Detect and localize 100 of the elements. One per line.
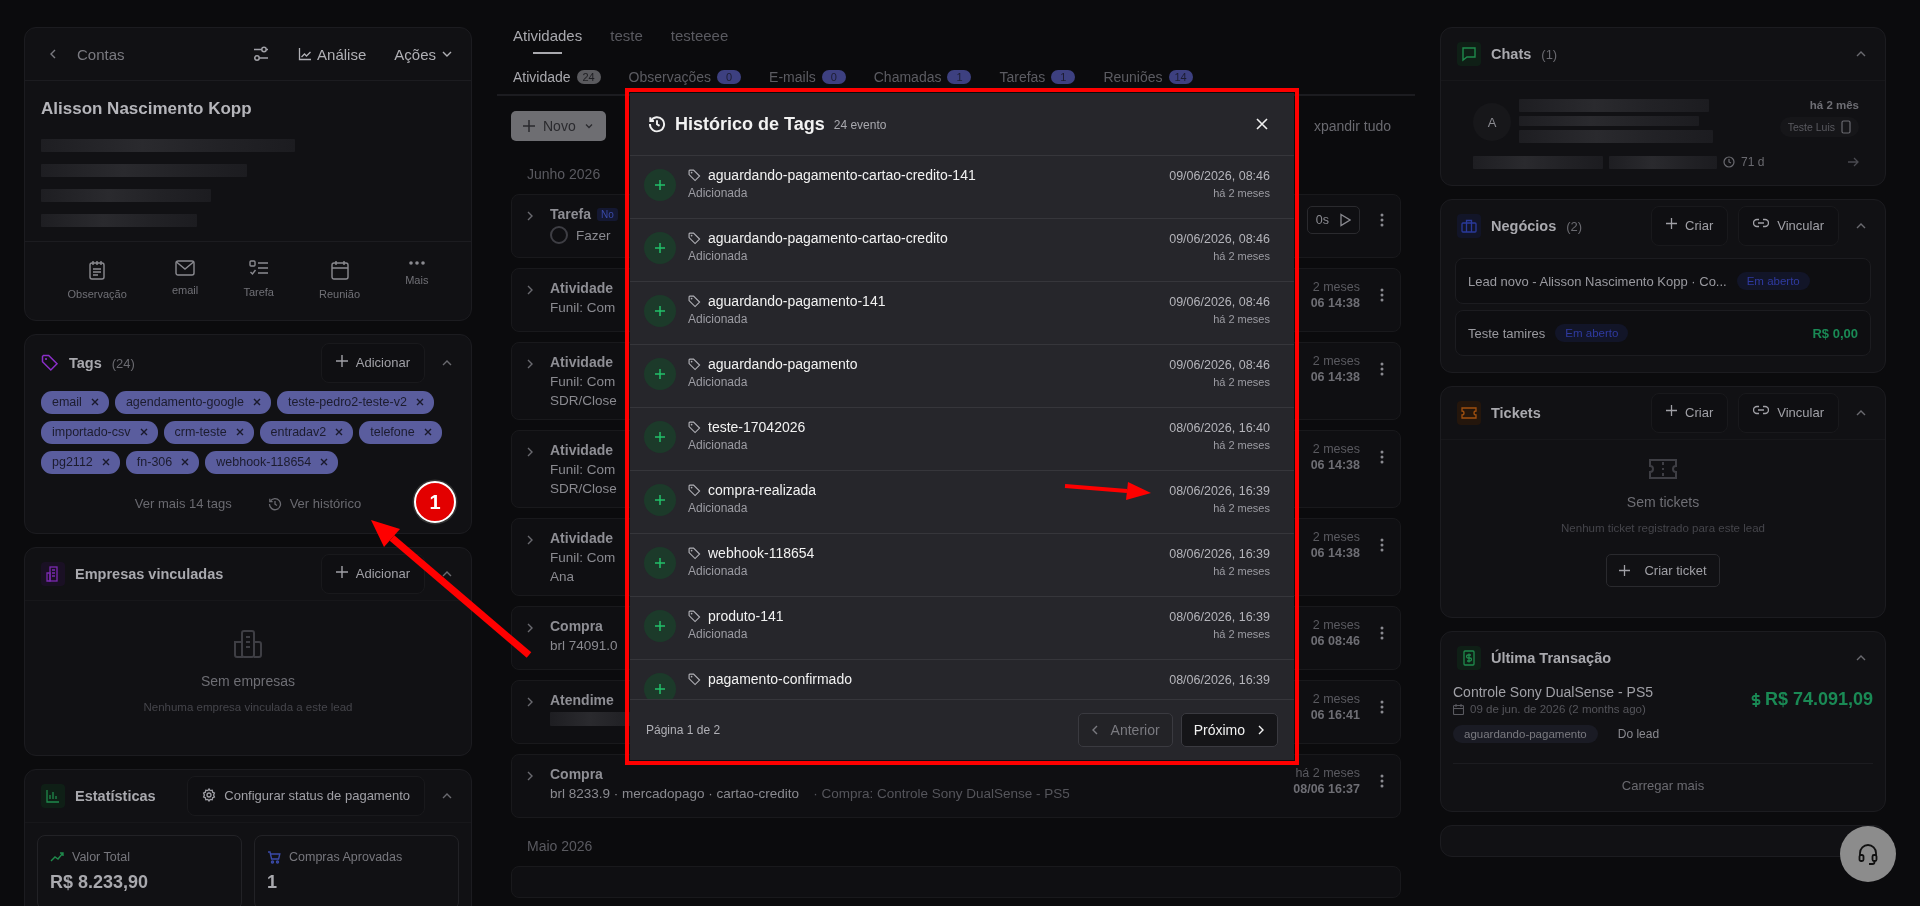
line-chart-icon [298, 47, 313, 61]
create-ticket-button[interactable]: Criar ticket [1606, 554, 1720, 587]
timestamp: 06 14:38 [1310, 370, 1360, 384]
event-status: Adicionada [688, 438, 749, 452]
event-date: 08/06/2026, 16:39 [1169, 610, 1270, 624]
remove-icon[interactable] [181, 458, 190, 466]
kebab-menu-icon[interactable] [1380, 450, 1384, 464]
event-status: Adicionada [688, 564, 749, 578]
play-button[interactable]: 0s [1306, 206, 1360, 234]
tag-icon [688, 357, 701, 371]
agent-chip: Teste Luis [1779, 117, 1859, 137]
tag-chip[interactable]: teste-pedro2-teste-v2 [277, 391, 434, 414]
timestamp: 06 14:38 [1310, 296, 1360, 310]
plus-icon [335, 566, 348, 578]
more-tags-link[interactable]: Ver mais 14 tags [134, 496, 232, 511]
tag-chip[interactable]: entradav2 [259, 421, 354, 444]
filter-tab[interactable]: Observações 0 [628, 69, 742, 85]
filter-tab[interactable]: Reuniões 14 [1103, 69, 1193, 85]
remove-icon[interactable] [320, 458, 329, 466]
activity-title: Atividade [550, 530, 613, 546]
close-icon[interactable] [1256, 118, 1268, 130]
tag-chip[interactable]: email [41, 391, 109, 414]
chevron-right-icon [526, 210, 534, 222]
play-icon [1339, 213, 1351, 227]
filter-tab[interactable]: E-mails 0 [769, 69, 846, 85]
activity-title: Tarefa [550, 206, 591, 222]
time-ago: há 2 meses [1213, 439, 1270, 451]
support-button[interactable] [1840, 826, 1896, 882]
next-button[interactable]: Próximo [1180, 713, 1278, 747]
month-label: Junho 2026 [527, 166, 601, 182]
chevron-right-icon [526, 446, 534, 458]
remove-icon[interactable] [415, 398, 424, 406]
tag-name: webhook-118654 [708, 545, 815, 561]
kebab-menu-icon[interactable] [1380, 213, 1384, 227]
analysis-button[interactable]: Análise [298, 45, 367, 63]
tab[interactable]: testeeee [670, 27, 729, 54]
link-icon [1753, 405, 1770, 415]
tag-icon [41, 354, 59, 372]
activity-title: Atendime [550, 692, 614, 708]
more-icon [407, 260, 426, 266]
quick-action-button[interactable]: Observação [67, 260, 127, 300]
filter-tab[interactable]: Atividade 24 [513, 69, 601, 85]
deal-card[interactable]: Lead novo - Alisson Nascimento Kopp · Co... Em aberto [1455, 258, 1871, 304]
arrow-right-icon[interactable] [1847, 157, 1859, 167]
tag-chip[interactable]: importado-csv [41, 421, 158, 444]
kebab-menu-icon[interactable] [1380, 700, 1384, 714]
remove-icon[interactable] [90, 398, 99, 406]
filter-tab[interactable]: Chamadas 1 [873, 69, 972, 85]
kebab-menu-icon[interactable] [1380, 538, 1384, 552]
quick-action-button[interactable]: Reunião [319, 260, 361, 300]
tag-chip[interactable]: crm-teste [163, 421, 254, 444]
remove-icon[interactable] [235, 428, 244, 436]
remove-icon[interactable] [253, 398, 262, 406]
remove-icon[interactable] [423, 428, 432, 436]
configure-button[interactable]: Configurar status de pagamento [187, 776, 425, 816]
cart-icon [267, 850, 281, 864]
create-button[interactable]: Criar [1651, 206, 1729, 246]
section-title: Estatísticas [75, 788, 156, 804]
new-button[interactable]: Novo [511, 111, 606, 141]
count-badge: 0 [821, 70, 846, 84]
tag-name: produto-141 [708, 608, 784, 624]
kebab-menu-icon[interactable] [1380, 362, 1384, 376]
kebab-menu-icon[interactable] [1380, 774, 1384, 788]
expand-all-link[interactable]: xpandir tudo [1313, 118, 1391, 134]
tab[interactable]: teste [610, 27, 643, 54]
history-link[interactable]: Ver histórico [267, 496, 362, 511]
tag-chip[interactable]: agendamento-google [114, 391, 272, 414]
envelope-icon [175, 260, 196, 276]
kebab-menu-icon[interactable] [1380, 288, 1384, 302]
tag-chip[interactable]: webhook-118654 [205, 451, 339, 474]
remove-icon[interactable] [139, 428, 148, 436]
load-more-link[interactable]: Carregar mais [1621, 778, 1705, 793]
add-button[interactable]: Adicionar [320, 554, 425, 594]
link-button[interactable]: Vincular [1738, 206, 1839, 246]
event-date: 09/06/2026, 08:46 [1169, 232, 1270, 246]
quick-action-button[interactable]: Mais [405, 260, 429, 300]
deal-card[interactable]: Teste tamires Em aberto R$ 0,00 [1455, 310, 1871, 356]
filter-tab[interactable]: Tarefas 1 [999, 69, 1076, 85]
time-ago: há 2 meses [1213, 187, 1270, 199]
tag-chip[interactable]: telefone [359, 421, 442, 444]
task-checkbox[interactable] [550, 226, 568, 244]
tab[interactable]: Atividades [513, 27, 583, 54]
actions-dropdown[interactable]: Ações [394, 45, 453, 63]
tag-icon [688, 672, 701, 686]
link-button[interactable]: Vincular [1738, 393, 1839, 433]
tag-icon [688, 231, 701, 245]
create-button[interactable]: Criar [1651, 393, 1729, 433]
quick-action-button[interactable]: email [171, 260, 199, 300]
remove-icon[interactable] [335, 428, 344, 436]
tag-chip[interactable]: pg2112 [41, 451, 120, 474]
quick-action-button[interactable]: Tarefa [243, 260, 274, 300]
tag-chip[interactable]: fn-306 [125, 451, 200, 474]
remove-icon[interactable] [101, 458, 110, 466]
stat-value: R$ 8.233,90 [50, 872, 150, 893]
kebab-menu-icon[interactable] [1380, 626, 1384, 640]
add-button[interactable]: Adicionar [320, 343, 425, 383]
sliders-icon[interactable] [252, 45, 271, 63]
back-link[interactable]: Contas [47, 45, 125, 63]
status-badge: Em aberto [1736, 272, 1810, 290]
empty-title: Sem tickets [1626, 494, 1700, 510]
